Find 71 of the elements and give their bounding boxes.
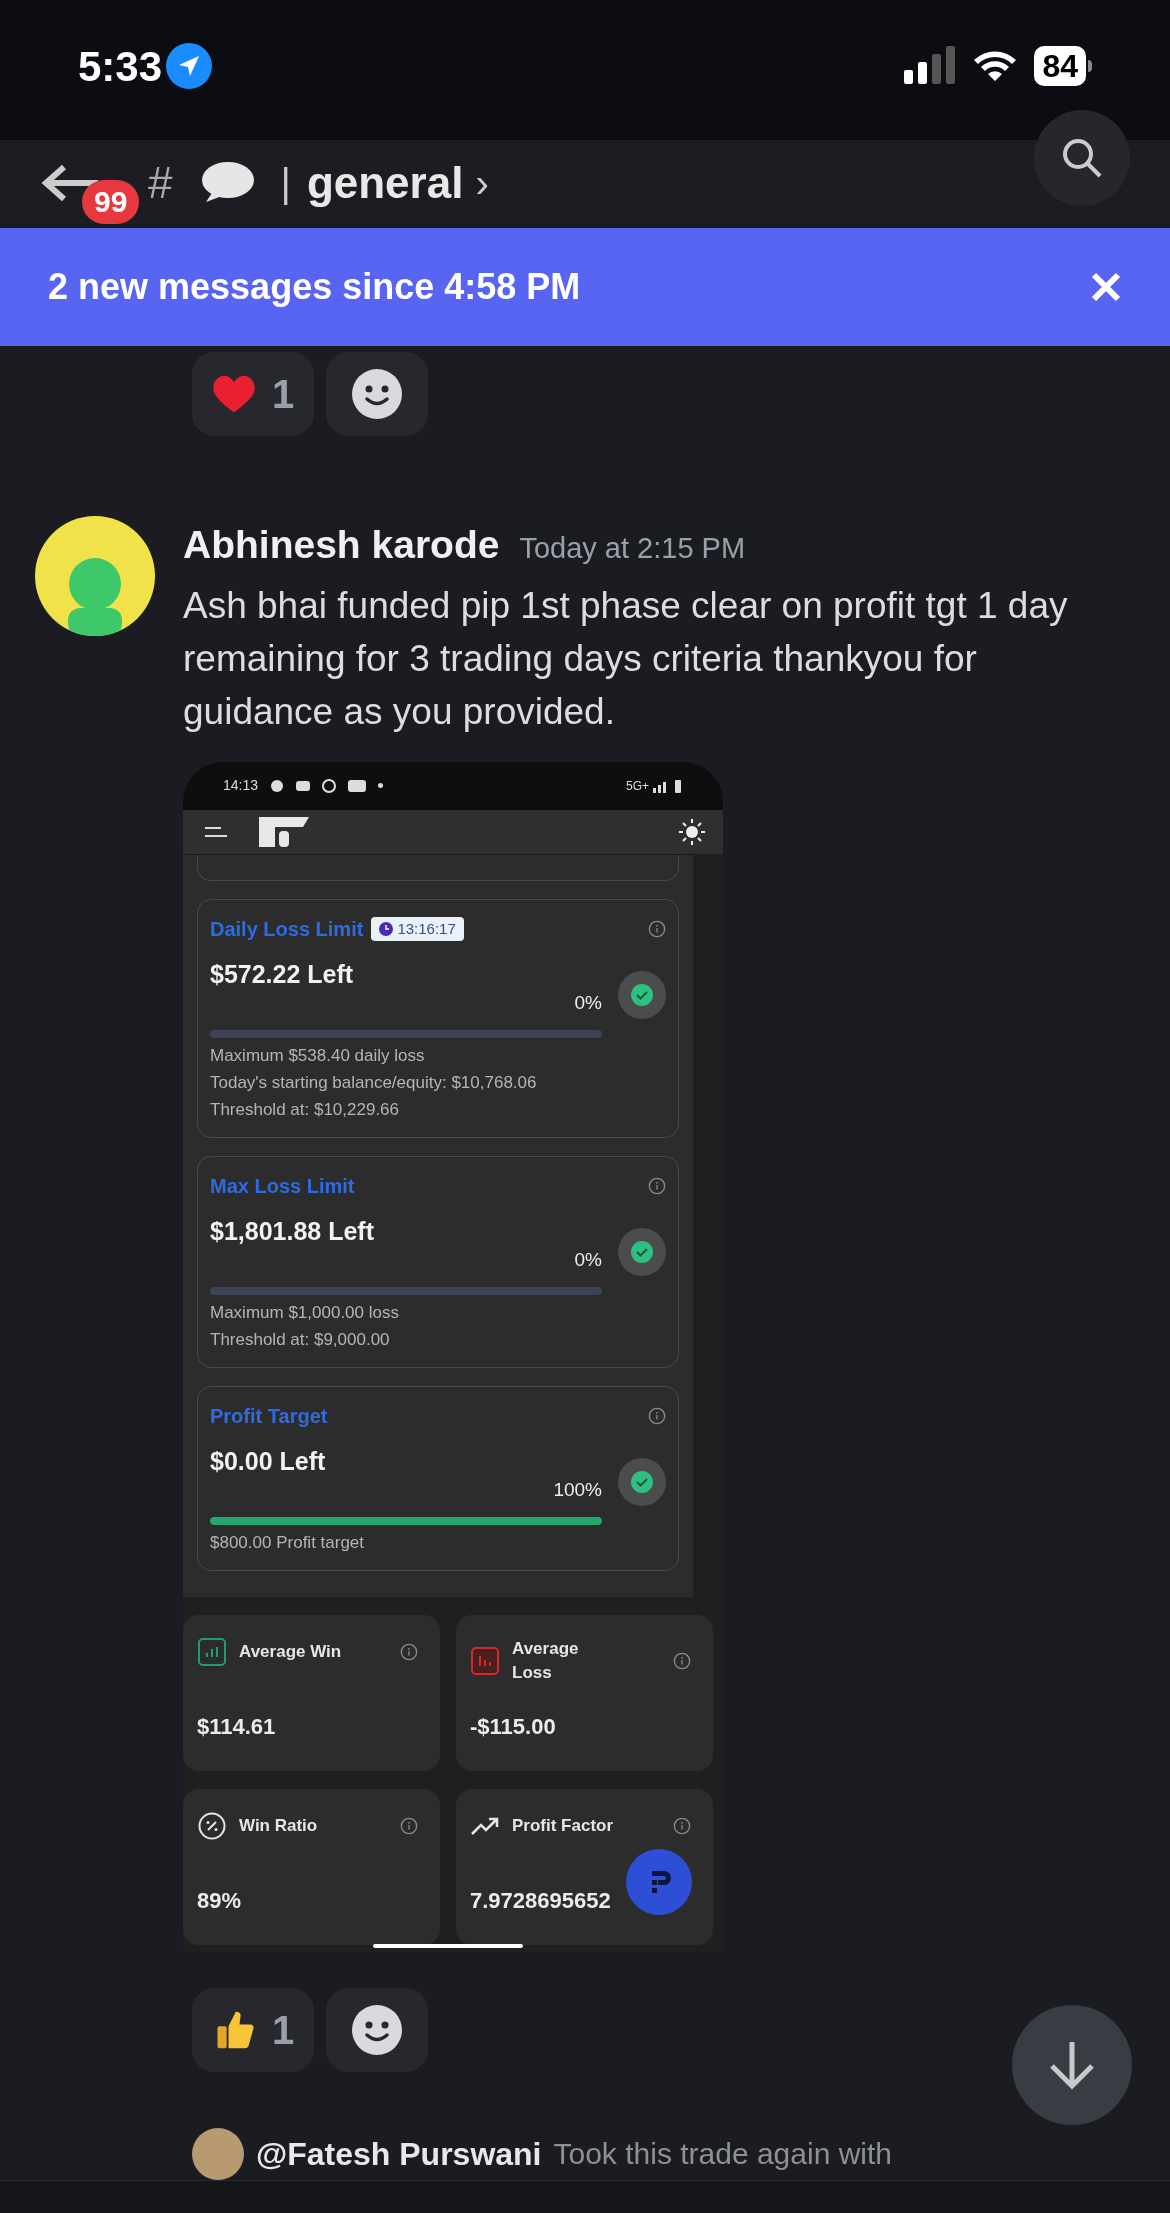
bar-chart-icon (470, 1645, 500, 1676)
info-icon[interactable] (673, 1651, 691, 1670)
chevron-icon: › (475, 152, 489, 213)
reply-preview: Took this trade again with (553, 2136, 893, 2172)
search-icon (1060, 136, 1104, 180)
check-circle-icon (618, 1457, 666, 1506)
card-title: Profit Target (210, 1403, 328, 1429)
reaction-pill[interactable]: 1 (192, 352, 315, 436)
smiley-icon (352, 2004, 403, 2055)
bar-chart-icon (197, 1636, 227, 1667)
close-icon[interactable] (1090, 271, 1122, 303)
info-icon[interactable] (648, 1176, 666, 1195)
reply-avatar (192, 2127, 244, 2180)
stat-label: Win Ratio (239, 1814, 319, 1837)
dot-icon (378, 783, 384, 788)
network-label: 5G+ (626, 777, 649, 795)
add-reaction-button[interactable] (326, 352, 429, 436)
down-arrow-icon (1048, 2039, 1096, 2090)
add-reaction-button[interactable] (326, 1987, 429, 2072)
stat-label: Average Loss (512, 1637, 580, 1684)
card-title: Daily Loss Limit (210, 916, 364, 942)
timer-badge: 13:16:17 (371, 916, 464, 941)
unread-badge: 99 (82, 180, 140, 224)
check-circle-icon (618, 1227, 666, 1276)
wifi-icon (972, 48, 1019, 84)
amount-left: $1,801.88 Left (210, 1215, 375, 1247)
info-icon[interactable] (400, 1642, 418, 1661)
stat-label: Profit Factor (512, 1814, 615, 1837)
sun-icon[interactable] (679, 818, 705, 845)
info-icon[interactable] (400, 1816, 418, 1835)
signal-icon (904, 46, 957, 86)
info-icon[interactable] (673, 1816, 691, 1835)
percent-label: 0% (574, 991, 602, 1015)
card-title: Max Loss Limit (210, 1173, 355, 1199)
mention[interactable]: @Fatesh Purswani (256, 2129, 542, 2178)
attached-screenshot[interactable] (183, 761, 723, 1952)
timestamp: Today at 2:15 PM (519, 531, 746, 566)
new-messages-banner[interactable]: 2 new messages since 4:58 PM (0, 228, 1170, 346)
stat-value: -$115.00 (470, 1712, 557, 1741)
smiley-icon (352, 369, 403, 419)
percent-label: 0% (574, 1248, 602, 1272)
card-detail: Today's starting balance/equity: $10,768.06 (210, 1071, 538, 1094)
stat-value: $114.61 (197, 1712, 277, 1741)
stat-value: 7.9728695652 (470, 1886, 612, 1915)
card-detail: $800.00 Profit target (210, 1531, 366, 1554)
card-detail: Maximum $538.40 daily loss (210, 1044, 426, 1067)
percent-icon (197, 1810, 227, 1841)
clock: 5:33 (78, 41, 163, 92)
percent-label: 100% (553, 1478, 602, 1502)
clock-icon (379, 921, 394, 936)
stat-value: 89% (197, 1886, 243, 1915)
heart-icon (212, 374, 256, 414)
info-icon[interactable] (648, 1406, 666, 1425)
card-detail: Threshold at: $9,000.00 (210, 1328, 391, 1351)
reaction-pill[interactable]: 1 (192, 1987, 315, 2072)
card-detail: Threshold at: $10,229.66 (210, 1098, 401, 1121)
signal-icon (653, 778, 683, 793)
author-name[interactable]: Abhinesh karode (183, 516, 500, 575)
check-circle-icon (618, 970, 666, 1019)
amount-left: $572.22 Left (210, 958, 355, 990)
info-icon[interactable] (648, 919, 666, 938)
battery-indicator: 84 (1034, 46, 1092, 86)
phone-clock: 14:13 (223, 776, 259, 795)
hash-symbol: # (148, 156, 173, 209)
separator: | (280, 159, 291, 207)
message-text: Ash bhai funded pip 1st phase clear on profit tgt 1 day remaining for 3 trading days criteria thankyou for guidance as you provided. (183, 583, 1069, 734)
amount-left: $0.00 Left (210, 1445, 327, 1477)
location-icon (166, 43, 213, 89)
card-detail: Maximum $1,000.00 loss (210, 1301, 400, 1324)
stat-label: Average Win (239, 1640, 343, 1663)
channel-name[interactable]: general (306, 149, 464, 216)
